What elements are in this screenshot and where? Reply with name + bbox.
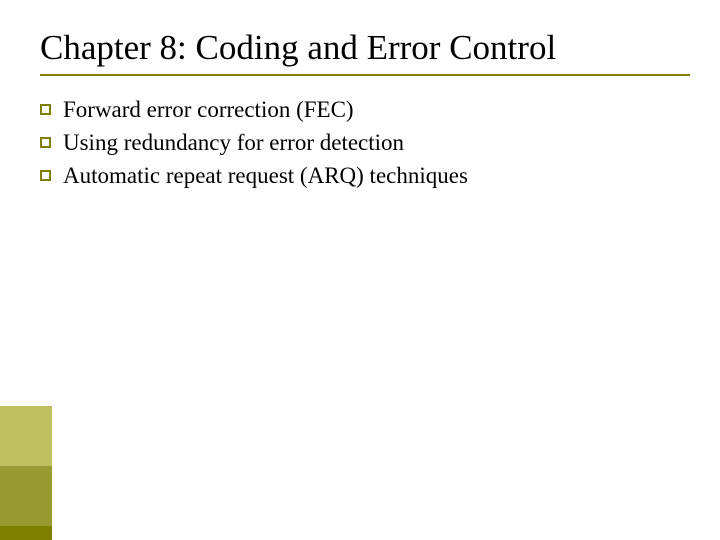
- slide: Chapter 8: Coding and Error Control Forw…: [0, 0, 720, 540]
- title-block: Chapter 8: Coding and Error Control: [40, 28, 700, 74]
- square-bullet-icon: [40, 104, 51, 115]
- slide-title: Chapter 8: Coding and Error Control: [40, 28, 700, 74]
- bullet-text: Automatic repeat request (ARQ) technique…: [63, 162, 468, 191]
- bullet-text: Forward error correction (FEC): [63, 96, 354, 125]
- list-item: Automatic repeat request (ARQ) technique…: [40, 162, 680, 191]
- accent-block-light: [0, 406, 52, 466]
- square-bullet-icon: [40, 137, 51, 148]
- body-content: Forward error correction (FEC) Using red…: [40, 96, 680, 194]
- list-item: Using redundancy for error detection: [40, 129, 680, 158]
- square-bullet-icon: [40, 170, 51, 181]
- list-item: Forward error correction (FEC): [40, 96, 680, 125]
- accent-block-mid: [0, 466, 52, 526]
- accent-block-dark: [0, 526, 52, 540]
- accent-strip: [0, 406, 52, 540]
- bullet-text: Using redundancy for error detection: [63, 129, 404, 158]
- title-underline: [40, 74, 690, 76]
